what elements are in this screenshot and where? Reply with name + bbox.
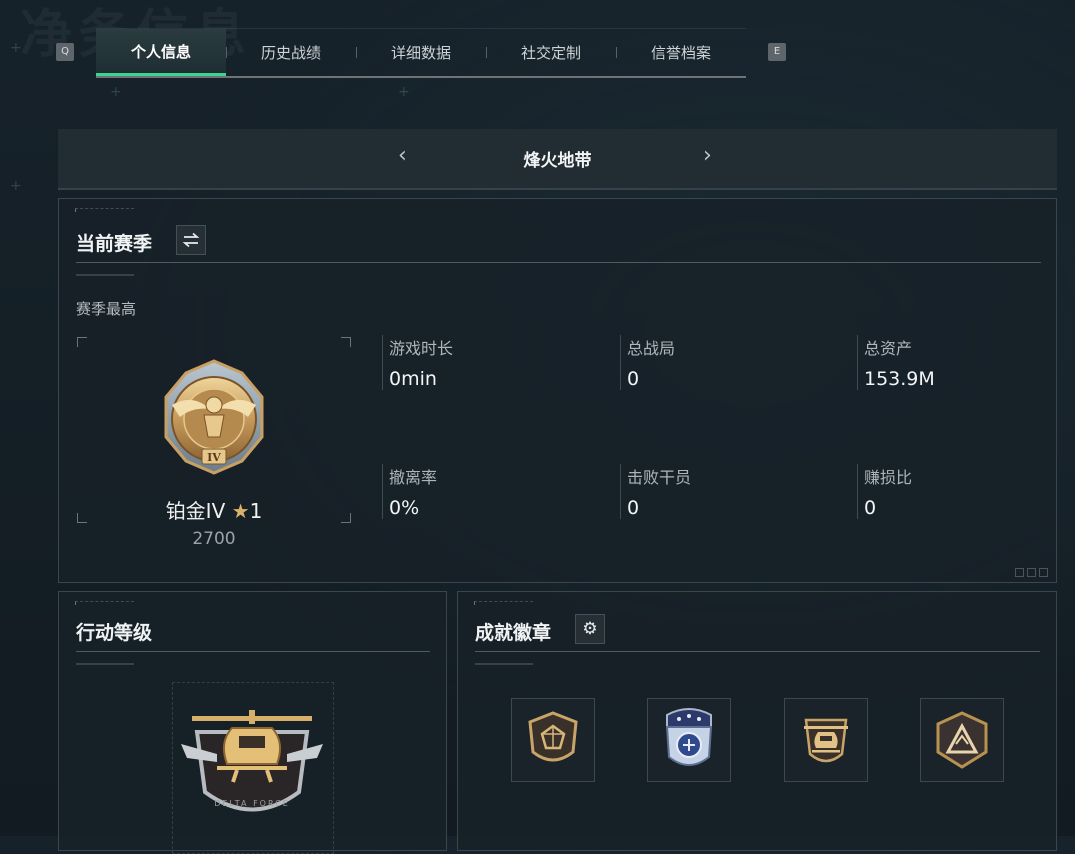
rank-score: 2700 — [192, 529, 236, 549]
star-police-badge-icon — [665, 708, 713, 766]
stat-value: 0 — [627, 368, 640, 390]
q-key-hint[interactable]: Q — [56, 43, 74, 61]
tab-bar: 个人信息 历史战绩 详细数据 社交定制 信誉档案 — [96, 28, 746, 78]
mode-title: 烽火地带 — [523, 151, 592, 171]
badge-slot[interactable] — [647, 698, 731, 782]
chevron-left-icon[interactable]: ‹ — [398, 143, 407, 168]
achievements-title: 成就徽章 — [475, 622, 552, 644]
helicopter-level-emblem-icon: DELTA FORCE — [181, 710, 323, 812]
stat-play-time: 游戏时长 0min — [382, 335, 589, 390]
panel-tick-decoration — [75, 601, 134, 605]
stat-label: 总战局 — [627, 339, 676, 358]
stat-extraction-rate: 撤离率 0% — [382, 464, 589, 519]
chevron-right-icon[interactable]: › — [703, 143, 712, 168]
tab-personal-info[interactable]: 个人信息 — [96, 29, 226, 76]
panel-tick-decoration — [75, 208, 134, 212]
panel-divider-accent — [475, 663, 533, 665]
grid-marker: + — [398, 84, 410, 100]
grid-marker: + — [10, 178, 22, 194]
operation-level-panel: 行动等级 DELTA FORCE — [58, 591, 447, 854]
panel-tick-decoration — [474, 601, 533, 605]
rank-numeral: IV — [207, 451, 221, 464]
stat-value: 0 — [627, 497, 640, 519]
rank-stars: 1 — [249, 499, 263, 523]
triangle-badge-icon — [936, 711, 988, 769]
swap-icon — [182, 232, 200, 248]
rank-name: 铂金IV — [165, 499, 226, 523]
stat-label: 击败干员 — [627, 468, 692, 487]
gem-shield-badge-icon — [528, 711, 578, 762]
frame-corner — [341, 337, 351, 347]
stat-value: 0% — [389, 497, 420, 519]
panel-divider — [475, 651, 1040, 652]
gear-icon: ⚙ — [582, 619, 598, 639]
stat-value: 153.9M — [864, 368, 935, 390]
panel-divider — [76, 651, 430, 652]
season-best-label: 赛季最高 — [76, 300, 137, 318]
grid-marker: + — [10, 40, 22, 56]
emblem-text: DELTA FORCE — [214, 799, 290, 808]
frame-corner — [77, 337, 87, 347]
star-icon: ★ — [231, 499, 250, 523]
achievement-settings-button[interactable]: ⚙ — [575, 614, 605, 644]
tab-detailed-data[interactable]: 详细数据 — [356, 29, 486, 76]
e-key-hint[interactable]: E — [768, 43, 786, 61]
stat-total-matches: 总战局 0 — [620, 335, 827, 390]
mode-selector: ‹ 烽火地带 › — [58, 129, 1057, 190]
stat-label: 赚损比 — [864, 468, 913, 487]
helicopter-badge-icon — [804, 718, 848, 763]
stat-value: 0 — [864, 497, 877, 519]
achievements-panel: 成就徽章 ⚙ — [457, 591, 1057, 851]
stat-value: 0min — [389, 368, 437, 390]
panel-divider-accent — [76, 274, 134, 276]
badge-slot[interactable] — [784, 698, 868, 782]
stat-label: 撤离率 — [389, 468, 438, 487]
panel-divider — [76, 262, 1041, 263]
stat-operators-defeated: 击败干员 0 — [620, 464, 827, 519]
panel-divider-accent — [76, 663, 134, 665]
tab-credit-record[interactable]: 信誉档案 — [616, 29, 746, 76]
badge-slot[interactable] — [920, 698, 1004, 782]
stat-label: 游戏时长 — [389, 339, 454, 358]
panel-corner-decoration — [1015, 568, 1048, 577]
season-title: 当前赛季 — [76, 233, 153, 255]
rank-name-row: 铂金IV ★1 — [59, 495, 369, 524]
stat-label: 总资产 — [864, 339, 913, 358]
stat-total-assets: 总资产 153.9M — [857, 335, 1064, 390]
tab-social-custom[interactable]: 社交定制 — [486, 29, 616, 76]
stat-profit-ratio: 赚损比 0 — [857, 464, 1064, 519]
swap-season-button[interactable] — [176, 225, 206, 255]
badge-slot[interactable] — [511, 698, 595, 782]
season-panel: 当前赛季 赛季最高 IV 铂金IV ★1 2700 游戏时长 0min 总战局 … — [58, 198, 1057, 583]
tab-match-history[interactable]: 历史战绩 — [226, 29, 356, 76]
platinum-rank-emblem-icon: IV — [164, 359, 264, 475]
grid-marker: + — [110, 84, 122, 100]
operation-level-title: 行动等级 — [76, 622, 153, 644]
